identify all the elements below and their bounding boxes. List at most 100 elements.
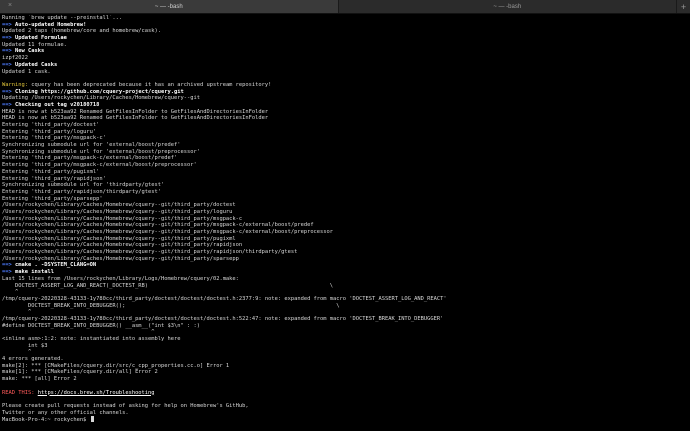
terminal-line: ==> Checking out tag v20180718 <box>2 102 688 109</box>
line-text: 4 errors generated. <box>2 356 64 363</box>
tab-close-icon[interactable]: × <box>6 2 14 10</box>
line-text: Updated 11 formulae. <box>2 41 67 48</box>
line-text: make: *** [all] Error 2 <box>2 376 77 383</box>
line-text: make[2]: *** [CMakeFiles/cquery.dir/src/… <box>2 362 230 369</box>
line-text: /Users/rockychen/Library/Caches/Homebrew… <box>2 208 233 215</box>
line-text: /Users/rockychen/Library/Caches/Homebrew… <box>2 202 236 209</box>
terminal-line: Entering 'third_party/msgpack-c' <box>2 135 688 142</box>
terminal-line: <inline asm>:1:2: note: instantiated int… <box>2 336 688 343</box>
terminal-line: ==> Updated Formulae <box>2 35 688 42</box>
terminal-line: Entering 'third_party/rapidjson/thirdpar… <box>2 189 688 196</box>
terminal-line: MacBook-Pro-4:~ rockychen$ <box>2 416 688 423</box>
terminal-line: DOCTEST_ASSERT_LOG_AND_REACT(_DOCTEST_RB… <box>2 283 688 290</box>
line-text: Entering 'third_party/rapidjson/thirdpar… <box>2 188 162 195</box>
line-text: make install <box>11 269 54 276</box>
line-text: izpf2022 <box>2 55 28 62</box>
terminal-line: Entering 'third_party/rapidjson' <box>2 176 688 183</box>
line-text: DOCTEST_ASSERT_LOG_AND_REACT(_DOCTEST_RB… <box>2 282 334 289</box>
troubleshooting-link[interactable]: https://docs.brew.sh/Troubleshooting <box>38 390 155 396</box>
line-text: /Users/rockychen/Library/Caches/Homebrew… <box>2 242 243 249</box>
line-text: ==> <box>2 88 12 95</box>
line-text: ==> <box>2 61 12 68</box>
terminal-output[interactable]: Running `brew update --preinstall`... ==>… <box>2 15 688 429</box>
line-text: Entering 'third_party/rapidjson' <box>2 175 106 182</box>
terminal-line: ==> cmake . -DSYSTEM_CLANG=ON <box>2 262 688 269</box>
line-text: ==> <box>2 262 12 269</box>
terminal-line: ^ <box>2 329 688 336</box>
line-text: /Users/rockychen/Library/Caches/Homebrew… <box>2 229 334 235</box>
line-text: /Users/rockychen/Library/Caches/Homebrew… <box>2 235 236 242</box>
terminal-line: ==> Auto-updated Homebrew! <box>2 22 688 29</box>
terminal-line: Warning: cquery has been deprecated beca… <box>2 82 688 89</box>
line-text: make[1]: *** [CMakeFiles/cquery.dir/all]… <box>2 369 158 376</box>
line-text: HEAD is now at b523aa92 Renamed GetFiles… <box>2 115 269 122</box>
line-text: Entering 'third_party/loguru' <box>2 128 97 135</box>
terminal-line: HEAD is now at b523aa92 Renamed GetFiles… <box>2 115 688 122</box>
line-text: Checking out tag v20180718 <box>11 101 100 108</box>
terminal-line: /Users/rockychen/Library/Caches/Homebrew… <box>2 236 688 243</box>
line-text: Auto-updated Homebrew! <box>11 21 87 28</box>
terminal-line: /tmp/cquery-20220328-43133-1y780cc/third… <box>2 296 688 303</box>
line-text: ==> <box>2 48 12 55</box>
line-text: ^ <box>2 349 32 356</box>
terminal-line: DOCTEST_BREAK_INTO_DEBUGGER(); \ <box>2 303 688 310</box>
line-text: ==> <box>2 101 12 108</box>
new-tab-button[interactable]: + <box>677 0 690 13</box>
terminal-line: Please create pull requests instead of a… <box>2 403 688 410</box>
line-text: Entering 'third_party/doctest' <box>2 122 100 128</box>
line-text: Please create pull requests instead of a… <box>2 402 249 409</box>
line-text: Synchronizing submodule url for 'thirdpa… <box>2 182 165 189</box>
terminal-line: Synchronizing submodule url for 'externa… <box>2 142 688 149</box>
terminal-line: ==> New Casks <box>2 48 688 55</box>
terminal-line: make: *** [all] Error 2 <box>2 376 688 383</box>
line-text: Entering 'third_party/msgpack-c/external… <box>2 162 197 169</box>
line-text: Updated 2 taps (homebrew/core and homebr… <box>2 28 162 35</box>
line-text: Entering 'third_party/msgpack-c' <box>2 135 106 142</box>
line-text: New Casks <box>11 48 45 55</box>
tab-title: ~ — -bash <box>493 3 522 10</box>
line-text: Twitter or any other official channels. <box>2 409 129 416</box>
line-text: #define DOCTEST_BREAK_INTO_DEBUGGER() __… <box>2 322 200 329</box>
terminal-line: Entering 'third_party/msgpack-c/external… <box>2 162 688 169</box>
line-text: ^ <box>2 329 155 336</box>
line-text: Updated Formulae <box>11 35 67 42</box>
terminal-line: Entering 'third_party/msgpack-c/external… <box>2 155 688 162</box>
terminal-line: /Users/rockychen/Library/Caches/Homebrew… <box>2 256 688 263</box>
line-text: Warning: <box>2 81 28 88</box>
terminal-line: /Users/rockychen/Library/Caches/Homebrew… <box>2 216 688 223</box>
tab-bar: × ~ — -bash ~ — -bash + <box>0 0 690 14</box>
tab-bash-1[interactable]: × ~ — -bash <box>0 0 339 13</box>
line-text: MacBook-Pro-4:~ rockychen$ <box>2 417 90 423</box>
terminal-line: ^ <box>2 289 688 296</box>
terminal-line: /Users/rockychen/Library/Caches/Homebrew… <box>2 209 688 216</box>
terminal-line: make[2]: *** [CMakeFiles/cquery.dir/src/… <box>2 363 688 370</box>
line-text: /Users/rockychen/Library/Caches/Homebrew… <box>2 215 243 222</box>
line-text: READ THIS: <box>2 389 38 396</box>
terminal-line: ==> Cloning https://github.com/cquery-pr… <box>2 89 688 96</box>
tab-bash-2[interactable]: ~ — -bash <box>339 0 677 13</box>
terminal-line: /tmp/cquery-20220328-43133-1y780cc/third… <box>2 316 688 323</box>
terminal-line: izpf2022 <box>2 55 688 62</box>
line-text: Entering 'third_party/msgpack-c/external… <box>2 155 178 162</box>
terminal-line: ==> Updated Casks <box>2 62 688 69</box>
terminal-line: ==> make install <box>2 269 688 276</box>
terminal-line: Entering 'third_party/loguru' <box>2 129 688 136</box>
terminal-line: /Users/rockychen/Library/Caches/Homebrew… <box>2 242 688 249</box>
line-text: ==> <box>2 269 12 276</box>
terminal-line: Updated 11 formulae. <box>2 42 688 49</box>
terminal-line: Last 15 lines from /Users/rockychen/Libr… <box>2 276 688 283</box>
terminal-line: Updating /Users/rockychen/Library/Caches… <box>2 95 688 102</box>
terminal-line: /Users/rockychen/Library/Caches/Homebrew… <box>2 222 688 229</box>
terminal-line: #define DOCTEST_BREAK_INTO_DEBUGGER() __… <box>2 323 688 330</box>
terminal-line: HEAD is now at b523aa92 Renamed GetFiles… <box>2 109 688 116</box>
terminal-line: make[1]: *** [CMakeFiles/cquery.dir/all]… <box>2 369 688 376</box>
line-text: Updated Casks <box>11 61 58 68</box>
terminal-line: ^ <box>2 309 688 316</box>
line-text: Synchronizing submodule url for 'externa… <box>2 148 200 155</box>
terminal-line: ^ <box>2 349 688 356</box>
terminal-line: Synchronizing submodule url for 'externa… <box>2 149 688 156</box>
terminal-line: Entering 'third_party/doctest' <box>2 122 688 129</box>
terminal-line: 4 errors generated. <box>2 356 688 363</box>
